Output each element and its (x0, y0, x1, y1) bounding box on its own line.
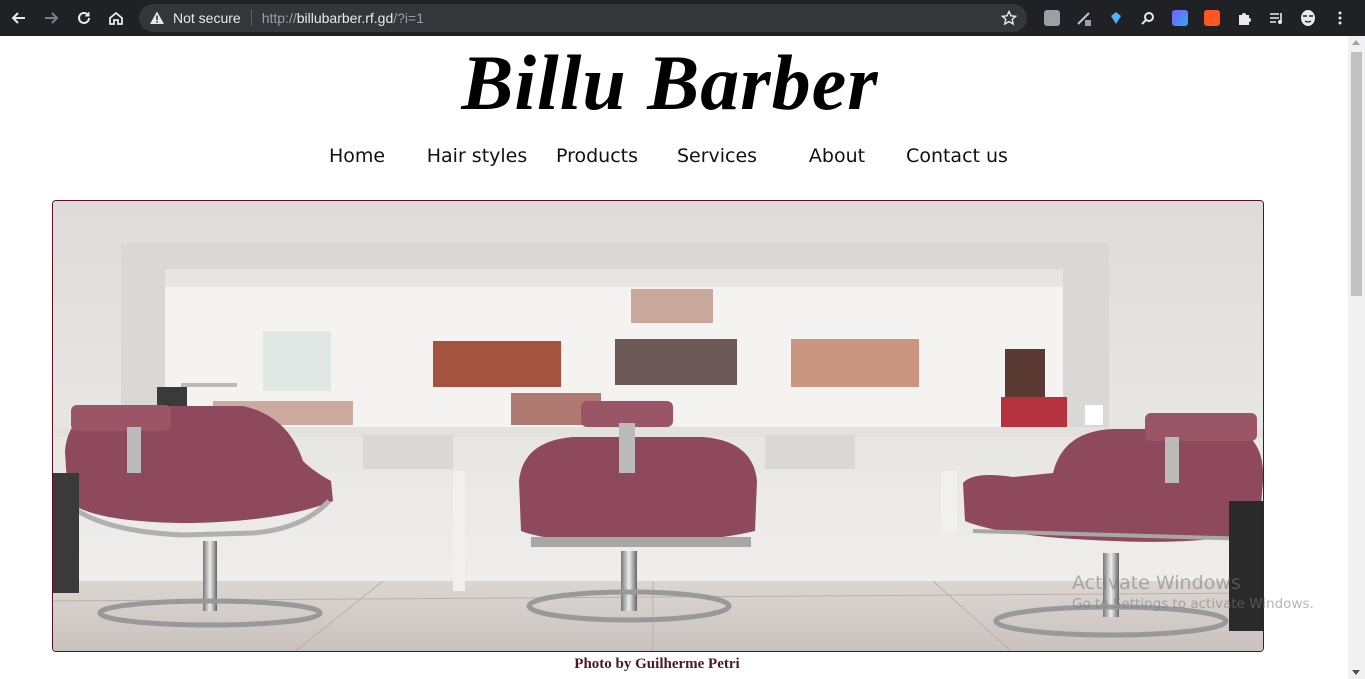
media-icon[interactable] (1260, 0, 1292, 36)
site-title: Billu Barber (461, 39, 879, 126)
divider (250, 10, 252, 26)
extension-icon[interactable] (1068, 0, 1100, 36)
url-text[interactable]: http://billubarber.rf.gd/?i=1 (262, 10, 424, 26)
main-nav: Home Hair styles Products Services About… (0, 145, 1348, 173)
address-bar[interactable]: Not secure http://billubarber.rf.gd/?i=1 (139, 4, 1027, 32)
nav-about[interactable]: About (809, 145, 865, 167)
nav-hair-styles[interactable]: Hair styles (427, 145, 528, 167)
extension-icon[interactable] (1164, 0, 1196, 36)
browser-toolbar: Not secure http://billubarber.rf.gd/?i=1 (0, 0, 1365, 36)
url-host: billubarber.rf.gd (296, 10, 394, 26)
nav-products[interactable]: Products (556, 145, 638, 167)
extension-icon[interactable] (1196, 0, 1228, 36)
vertical-scrollbar[interactable] (1348, 36, 1365, 679)
extensions-bar (1036, 0, 1356, 36)
scroll-thumb[interactable] (1351, 52, 1362, 296)
profile-icon[interactable] (1292, 0, 1324, 36)
scroll-down-arrow-icon[interactable] (1352, 670, 1360, 675)
warning-icon[interactable] (149, 10, 165, 26)
nav-services[interactable]: Services (677, 145, 757, 167)
nav-home[interactable]: Home (329, 145, 385, 167)
photo-caption: Photo by Guilherme Petri (574, 656, 740, 672)
security-label[interactable]: Not secure (173, 10, 241, 26)
watermark-subtitle: Go to Settings to activate Windows. (1072, 596, 1314, 612)
extension-icon[interactable] (1132, 0, 1164, 36)
home-icon[interactable] (100, 2, 132, 34)
activate-windows-watermark: Activate Windows Go to Settings to activ… (1072, 572, 1314, 612)
bookmark-star-icon[interactable] (1000, 9, 1018, 26)
forward-icon[interactable] (35, 2, 67, 34)
nav-contact-us[interactable]: Contact us (906, 145, 1008, 167)
extension-icon[interactable] (1036, 0, 1068, 36)
url-prefix: http:// (261, 10, 297, 26)
menu-icon[interactable] (1324, 0, 1356, 36)
puzzle-icon[interactable] (1228, 0, 1260, 36)
watermark-title: Activate Windows (1072, 572, 1241, 594)
extension-icon[interactable] (1100, 0, 1132, 36)
scroll-up-arrow-icon[interactable] (1352, 40, 1360, 45)
back-icon[interactable] (3, 2, 35, 34)
reload-icon[interactable] (68, 2, 100, 34)
url-path: /?i=1 (393, 10, 424, 26)
